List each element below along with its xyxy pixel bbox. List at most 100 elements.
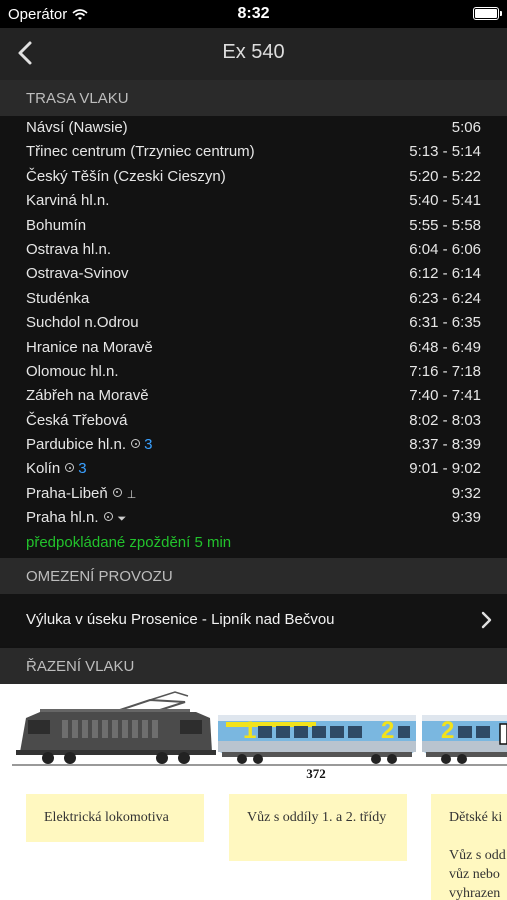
route-list: Návsí (Nawsie) 5:06 Třinec centrum (Trzyni…	[0, 116, 507, 531]
station-name: Pardubice hl.n. 3	[26, 436, 152, 453]
station-time: 6:31 - 6:35	[409, 314, 481, 332]
station-label: Kolín	[26, 460, 61, 478]
station-label: Studénka	[26, 289, 90, 307]
terminus-icon: ⊥	[126, 488, 137, 501]
platform-number: 3	[144, 436, 153, 454]
page-title: Ex 540	[222, 41, 285, 63]
station-label: Zábřeh na Moravě	[26, 387, 149, 405]
station-label: Suchdol n.Odrou	[26, 314, 139, 332]
station-name: Studénka	[26, 290, 89, 307]
station-label: Praha-Libeň	[26, 484, 108, 502]
navigation-bar: Ex 540	[0, 28, 507, 80]
station-time: 6:48 - 6:49	[409, 338, 481, 356]
route-row: Ostrava hl.n. 6:04 - 6:06	[0, 238, 507, 262]
route-row: Třinec centrum (Trzyniec centrum) 5:13 - …	[0, 140, 507, 164]
route-row: Bohumín 5:55 - 5:58	[0, 214, 507, 238]
note-children-line1: Vůz s odd	[449, 848, 506, 863]
note-children-line2: vůz nebo	[449, 867, 500, 882]
route-row: Zábřeh na Moravě 7:40 - 7:41	[0, 384, 507, 408]
station-name: Ostrava hl.n.	[26, 241, 111, 258]
note-coach-text: Vůz s oddíly 1. a 2. třídy	[247, 810, 387, 825]
station-label: Hranice na Moravě	[26, 338, 153, 356]
chevron-right-icon	[481, 611, 492, 629]
station-label: Karviná hl.n.	[26, 192, 110, 210]
station-time: 9:32	[451, 484, 481, 502]
coach1-class-label: 1	[243, 717, 256, 744]
station-time: 7:16 - 7:18	[409, 362, 481, 380]
station-label: Pardubice hl.n.	[26, 436, 127, 454]
coach-number: 372	[306, 766, 326, 781]
station-name: Hranice na Moravě	[26, 339, 153, 356]
route-row: Ostrava-Svinov 6:12 - 6:14	[0, 262, 507, 286]
route-row: Hranice na Moravě 6:48 - 6:49	[0, 336, 507, 360]
station-name: Praha-Libeň ⊥	[26, 485, 136, 502]
station-name: Třinec centrum (Trzyniec centrum)	[26, 143, 255, 160]
route-row: Olomouc hl.n. 7:16 - 7:18	[0, 360, 507, 384]
station-label: Návsí (Nawsie)	[26, 119, 128, 136]
station-time: 8:02 - 8:03	[409, 411, 481, 429]
station-time: 9:01 - 9:02	[409, 460, 481, 478]
station-time: 5:06	[451, 119, 481, 136]
note-coach-children: Dětské ki Vůz s odd vůz nebo vyhrazen	[431, 794, 507, 900]
route-row: Pardubice hl.n. 3 8:37 - 8:39	[0, 433, 507, 457]
locomotive-image	[16, 691, 216, 764]
station-name: Návsí (Nawsie)	[26, 119, 128, 136]
station-time: 5:55 - 5:58	[409, 216, 481, 234]
station-time: 5:13 - 5:14	[409, 143, 481, 161]
route-row: Český Těšín (Czeski Cieszyn) 5:20 - 5:22	[0, 165, 507, 189]
station-time: 7:40 - 7:41	[409, 387, 481, 405]
station-label: Český Těšín (Czeski Cieszyn)	[26, 167, 226, 185]
route-row: Kolín 3 9:01 - 9:02	[0, 457, 507, 481]
coach-second-class: 2	[422, 715, 507, 764]
route-row: Praha hl.n. ⏷ 9:39	[0, 506, 507, 530]
train-composition: 1 2 2 372 Elektrická lokomotiva Vůz s od…	[0, 684, 507, 900]
train-diagram: 1 2 2	[12, 691, 507, 766]
station-name: Suchdol n.Odrou	[26, 314, 139, 331]
note-children-title: Dětské ki	[449, 810, 503, 825]
route-row: Suchdol n.Odrou 6:31 - 6:35	[0, 311, 507, 335]
note-locomotive: Elektrická lokomotiva	[26, 794, 204, 842]
station-name: Bohumín	[26, 217, 86, 234]
note-coach-first-second: Vůz s oddíly 1. a 2. třídy	[229, 794, 407, 861]
status-bar: Operátor 8:32	[0, 0, 507, 28]
station-stop-icon	[131, 439, 141, 449]
station-name: Karviná hl.n.	[26, 192, 109, 209]
restriction-item[interactable]: Výluka v úseku Prosenice - Lipník nad Be…	[0, 594, 507, 646]
route-row: Návsí (Nawsie) 5:06	[0, 116, 507, 140]
station-label: Třinec centrum (Trzyniec centrum)	[26, 143, 255, 161]
station-label: Praha hl.n.	[26, 509, 99, 527]
station-stop-icon	[103, 512, 113, 522]
battery-icon	[473, 7, 502, 20]
station-name: Český Těšín (Czeski Cieszyn)	[26, 168, 226, 185]
station-time: 6:12 - 6:14	[409, 265, 481, 283]
station-label: Olomouc hl.n.	[26, 362, 119, 380]
platform-number: 3	[78, 460, 87, 478]
section-header-composition: ŘAZENÍ VLAKU	[0, 648, 507, 684]
note-locomotive-text: Elektrická lokomotiva	[44, 810, 169, 825]
coach-first-second-class: 1 2	[218, 715, 416, 764]
station-name: Česká Třebová	[26, 412, 127, 429]
station-time: 8:37 - 8:39	[409, 436, 481, 454]
station-time: 9:39	[451, 509, 481, 527]
station-time: 6:04 - 6:06	[409, 240, 481, 258]
station-time: 5:20 - 5:22	[409, 167, 481, 185]
delay-notice: předpokládané zpoždění 5 min	[26, 534, 232, 551]
station-time: 5:40 - 5:41	[409, 192, 481, 210]
station-stop-icon	[112, 487, 122, 497]
station-name: Olomouc hl.n.	[26, 363, 119, 380]
station-time: 6:23 - 6:24	[409, 289, 481, 307]
station-label: Ostrava hl.n.	[26, 240, 112, 258]
station-name: Ostrava-Svinov	[26, 265, 129, 282]
terminus-icon: ⏷	[117, 513, 127, 526]
station-label: Česká Třebová	[26, 411, 128, 429]
route-row: Studénka 6:23 - 6:24	[0, 287, 507, 311]
route-row: Karviná hl.n. 5:40 - 5:41	[0, 189, 507, 213]
coach2-class-label: 2	[441, 717, 454, 744]
station-name: Zábřeh na Moravě	[26, 387, 149, 404]
route-row: Praha-Libeň ⊥ 9:32	[0, 482, 507, 506]
note-children-line3: vyhrazen	[449, 886, 501, 900]
route-row: Česká Třebová 8:02 - 8:03	[0, 409, 507, 433]
station-label: Bohumín	[26, 216, 87, 234]
station-name: Praha hl.n. ⏷	[26, 509, 126, 526]
status-time: 8:32	[237, 5, 270, 22]
